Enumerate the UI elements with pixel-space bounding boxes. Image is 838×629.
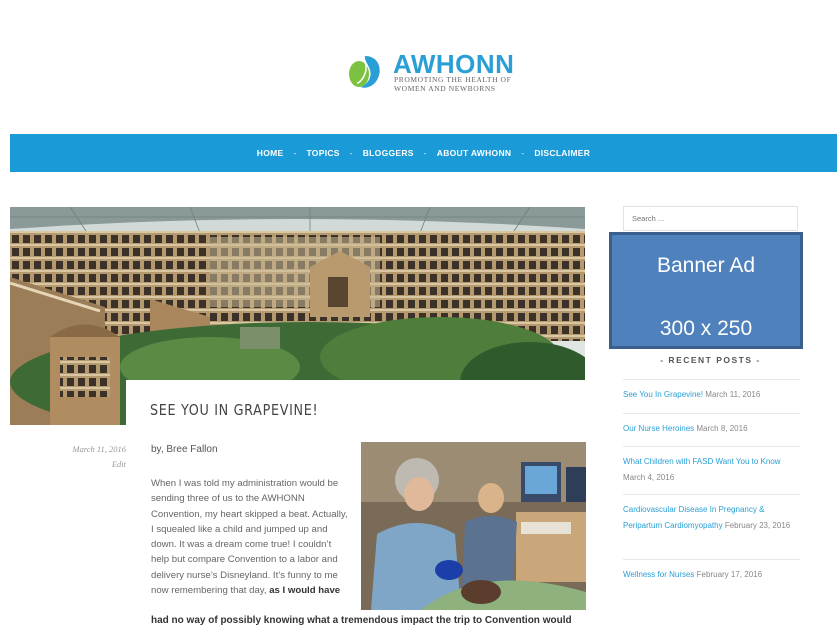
nav-item-topics[interactable]: TOPICS (306, 148, 339, 158)
banner-ad[interactable]: Banner Ad 300 x 250 (609, 232, 803, 349)
nav-item-about[interactable]: ABOUT AWHONN (437, 148, 512, 158)
banner-ad-label: Banner Ad (656, 254, 756, 277)
recent-post-item: Our Nurse Heroines March 8, 2016 (623, 413, 800, 437)
nav-separator: - (423, 148, 427, 158)
recent-posts-heading: - RECENT POSTS - (660, 355, 761, 365)
post-excerpt: When I was told my administration would … (151, 476, 351, 598)
recent-post-link[interactable]: See You In Grapevine! (623, 390, 703, 399)
recent-post-link[interactable]: Wellness for Nurses (623, 570, 694, 579)
nav-separator: - (349, 148, 353, 158)
nav-item-home[interactable]: HOME (257, 148, 284, 158)
post-title[interactable]: SEE YOU IN GRAPEVINE! (150, 401, 318, 419)
recent-post-item: Wellness for Nurses February 17, 2016 (623, 559, 800, 583)
recent-post-link[interactable]: What Children with FASD Want You to Know (623, 457, 781, 466)
recent-post-item: What Children with FASD Want You to Know… (623, 446, 800, 486)
recent-post-date: March 8, 2016 (696, 424, 748, 433)
main-nav: HOME - TOPICS - BLOGGERS - ABOUT AWHONN … (10, 134, 837, 172)
recent-post-item: Cardiovascular Disease In Pregnancy & Pe… (623, 494, 800, 534)
recent-post-item: See You In Grapevine! March 11, 2016 (623, 379, 800, 403)
banner-ad-size: 300 x 250 (659, 317, 753, 340)
post-excerpt-continued: had no way of possibly knowing what a tr… (151, 615, 572, 626)
nav-separator: - (521, 148, 525, 158)
recent-post-date: February 17, 2016 (696, 570, 763, 579)
post-excerpt-text: When I was told my administration would … (151, 478, 348, 597)
post-excerpt-bold: as I would have (269, 585, 341, 597)
site-logo[interactable]: AWHONN PROMOTING THE HEALTH OF WOMEN AND… (345, 49, 514, 93)
post-image[interactable] (361, 442, 586, 610)
site-tagline: PROMOTING THE HEALTH OF WOMEN AND NEWBOR… (394, 75, 512, 93)
search-input[interactable] (623, 206, 798, 231)
recent-post-date: March 11, 2016 (705, 390, 761, 399)
nav-item-disclaimer[interactable]: DISCLAIMER (534, 148, 590, 158)
recent-post-link[interactable]: Our Nurse Heroines (623, 424, 694, 433)
post-byline: by, Bree Fallon (151, 444, 218, 455)
recent-post-date: February 23, 2016 (724, 521, 791, 530)
nav-separator: - (293, 148, 297, 158)
edit-link[interactable]: Edit (40, 459, 126, 469)
nav-item-bloggers[interactable]: BLOGGERS (363, 148, 414, 158)
post-date[interactable]: March 11, 2016 (40, 444, 126, 454)
recent-post-date: March 4, 2016 (623, 473, 675, 482)
awhonn-logo-icon (349, 56, 380, 88)
